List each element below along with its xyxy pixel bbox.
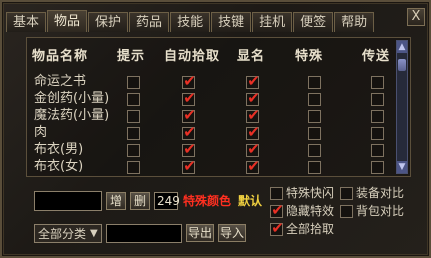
option-checkbox[interactable]: ✔ <box>270 219 284 237</box>
option-label: 背包对比 <box>356 204 405 218</box>
send-checkbox[interactable] <box>371 127 384 140</box>
checkmark-icon: ✔ <box>183 106 196 124</box>
delete-button[interactable]: 删 <box>130 192 150 210</box>
item-settings-window: 基本 物品 保护 药品 技能 技键 挂机 便签 帮助 X 物品名称 提示 自动拾… <box>0 0 431 258</box>
scroll-up-icon[interactable]: ▲ <box>397 41 407 53</box>
item-name[interactable]: 魔法药(小量) <box>34 108 109 124</box>
show-name-checkbox[interactable]: ✔ <box>246 140 260 158</box>
send-checkbox[interactable] <box>371 110 384 123</box>
auto-pick-checkbox[interactable]: ✔ <box>182 72 196 90</box>
import-button[interactable]: 导入 <box>218 224 246 242</box>
tab-skills[interactable]: 技能 <box>170 12 211 32</box>
option-label: 装备对比 <box>356 186 405 200</box>
item-name[interactable]: 布衣(女) <box>34 159 83 175</box>
checkmark-icon: ✔ <box>247 106 260 124</box>
auto-pick-checkbox[interactable]: ✔ <box>182 89 196 107</box>
item-name-input[interactable] <box>34 191 102 211</box>
auto-pick-checkbox[interactable]: ✔ <box>182 157 196 175</box>
auto-pick-checkbox[interactable]: ✔ <box>182 123 196 141</box>
show-name-checkbox[interactable]: ✔ <box>246 89 260 107</box>
special-checkbox[interactable] <box>308 161 321 174</box>
special-checkbox[interactable] <box>308 144 321 157</box>
add-button[interactable]: 增 <box>106 192 126 210</box>
tip-checkbox[interactable] <box>127 127 140 140</box>
tab-protect[interactable]: 保护 <box>88 12 129 32</box>
scroll-thumb[interactable] <box>398 59 406 71</box>
checkmark-icon: ✔ <box>183 123 196 141</box>
tab-bar: 基本 物品 保护 药品 技能 技键 挂机 便签 帮助 <box>6 10 375 34</box>
show-name-checkbox[interactable]: ✔ <box>246 157 260 175</box>
special-checkbox[interactable] <box>308 76 321 89</box>
column-header-send: 传送 <box>362 49 391 64</box>
show-name-checkbox[interactable]: ✔ <box>246 72 260 90</box>
chevron-down-icon: ▼ <box>90 228 98 239</box>
tab-basic[interactable]: 基本 <box>6 12 47 32</box>
option-checkbox[interactable] <box>340 205 353 218</box>
checkmark-icon: ✔ <box>247 89 260 107</box>
count-field[interactable]: 249 <box>154 192 180 210</box>
scroll-down-icon[interactable]: ▼ <box>397 161 407 173</box>
show-name-checkbox[interactable]: ✔ <box>246 123 260 141</box>
send-checkbox[interactable] <box>371 161 384 174</box>
special-checkbox[interactable] <box>308 127 321 140</box>
item-name[interactable]: 命运之书 <box>34 74 86 90</box>
send-checkbox[interactable] <box>371 76 384 89</box>
tab-help[interactable]: 帮助 <box>334 12 375 32</box>
category-dropdown[interactable]: 全部分类 ▼ <box>34 224 102 243</box>
category-value: 全部分类 <box>38 227 87 241</box>
column-header-special: 特殊 <box>295 49 324 64</box>
filter-input[interactable] <box>106 224 182 243</box>
item-name[interactable]: 肉 <box>34 125 47 141</box>
option-label: 特殊快闪 <box>286 186 335 200</box>
show-name-checkbox[interactable]: ✔ <box>246 106 260 124</box>
checkmark-icon: ✔ <box>271 201 284 219</box>
tip-checkbox[interactable] <box>127 161 140 174</box>
checkmark-icon: ✔ <box>247 123 260 141</box>
tab-potions[interactable]: 药品 <box>129 12 170 32</box>
tab-notes[interactable]: 便签 <box>293 12 334 32</box>
checkmark-icon: ✔ <box>183 72 196 90</box>
auto-pick-checkbox[interactable]: ✔ <box>182 140 196 158</box>
tip-checkbox[interactable] <box>127 76 140 89</box>
column-header-name: 物品名称 <box>32 49 89 64</box>
default-label[interactable]: 默认 <box>238 193 262 209</box>
item-name[interactable]: 金创药(小量) <box>34 91 109 107</box>
special-color-label[interactable]: 特殊颜色 <box>183 193 231 209</box>
auto-pick-checkbox[interactable]: ✔ <box>182 106 196 124</box>
checkmark-icon: ✔ <box>247 72 260 90</box>
item-list-panel: 物品名称 提示 自动拾取 显名 特殊 传送 命运之书 ✔ ✔ 金创药(小量) ✔ ✔ 魔法药… <box>26 37 411 177</box>
tip-checkbox[interactable] <box>127 93 140 106</box>
column-header-tip: 提示 <box>117 49 146 64</box>
special-checkbox[interactable] <box>308 93 321 106</box>
checkmark-icon: ✔ <box>271 219 284 237</box>
close-button[interactable]: X <box>407 8 425 26</box>
tab-skill-keys[interactable]: 技键 <box>211 12 252 32</box>
option-label: 全部拾取 <box>286 222 335 236</box>
count-value: 249 <box>157 194 180 208</box>
option-label: 隐藏特效 <box>286 204 335 218</box>
tab-auto[interactable]: 挂机 <box>252 12 293 32</box>
checkmark-icon: ✔ <box>247 157 260 175</box>
checkmark-icon: ✔ <box>183 157 196 175</box>
column-header-auto-pick: 自动拾取 <box>164 49 221 64</box>
option-checkbox[interactable] <box>340 187 353 200</box>
export-button[interactable]: 导出 <box>186 224 214 242</box>
checkmark-icon: ✔ <box>183 89 196 107</box>
scrollbar[interactable]: ▲ ▼ <box>396 40 408 174</box>
option-checkbox[interactable] <box>270 187 283 200</box>
special-checkbox[interactable] <box>308 110 321 123</box>
item-name[interactable]: 布衣(男) <box>34 142 83 158</box>
tab-items[interactable]: 物品 <box>47 10 88 32</box>
checkmark-icon: ✔ <box>247 140 260 158</box>
tip-checkbox[interactable] <box>127 144 140 157</box>
checkmark-icon: ✔ <box>183 140 196 158</box>
option-checkbox[interactable]: ✔ <box>270 201 284 219</box>
tip-checkbox[interactable] <box>127 110 140 123</box>
column-header-show-name: 显名 <box>237 49 266 64</box>
send-checkbox[interactable] <box>371 144 384 157</box>
send-checkbox[interactable] <box>371 93 384 106</box>
